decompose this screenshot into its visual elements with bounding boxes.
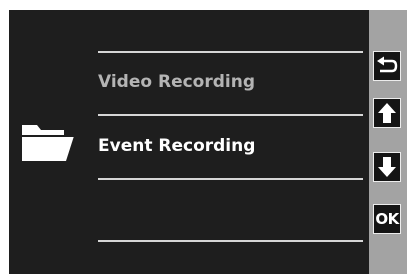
folder-icon (20, 121, 76, 167)
menu-divider (98, 178, 363, 180)
arrow-up-icon (378, 103, 396, 123)
menu-divider (98, 114, 363, 116)
back-arrow-icon (377, 56, 398, 73)
ok-button[interactable]: OK (373, 204, 401, 234)
menu-item-event-recording[interactable]: Event Recording (98, 136, 255, 156)
arrow-down-icon (378, 157, 396, 177)
sidebar: OK (369, 10, 407, 274)
menu-screen: Video Recording Event Recording OK (9, 10, 407, 274)
menu-divider (98, 240, 363, 242)
menu-divider (98, 51, 363, 53)
menu-item-video-recording[interactable]: Video Recording (98, 72, 255, 92)
down-button[interactable] (373, 152, 401, 182)
back-button[interactable] (373, 51, 401, 81)
ok-label: OK (375, 210, 399, 228)
up-button[interactable] (373, 98, 401, 128)
